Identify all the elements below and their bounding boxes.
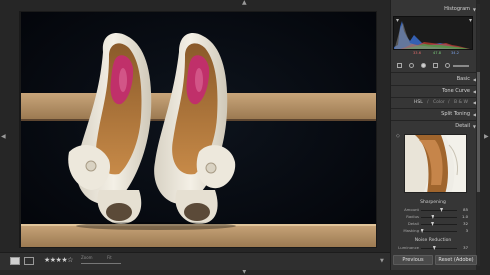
main-photo[interactable] (21, 12, 376, 247)
detail-preview-image (405, 135, 466, 192)
detail-preview[interactable] (404, 134, 467, 193)
loupe-view-button[interactable] (10, 257, 20, 265)
histogram-readouts: 33.6 47.8 34.2 (393, 50, 473, 57)
tool-strip (393, 61, 473, 71)
noise_reduction-slider-row[interactable]: Luminance 37 (392, 245, 476, 252)
bridal-shoes-image (21, 12, 376, 247)
separator (391, 120, 476, 121)
slider-label: Detail (407, 221, 419, 226)
basic-panel-title: Basic (456, 76, 470, 82)
sharpening-slider-row[interactable]: Radius 1.0 (392, 214, 476, 221)
sharpening-slider-row[interactable]: Masking 3 (392, 228, 476, 235)
separator (391, 72, 476, 73)
hsl-divider: / (427, 100, 429, 105)
toolbar-menu-icon[interactable]: ▼ (380, 258, 384, 264)
histogram-header[interactable]: Histogram ▼ (392, 5, 476, 14)
slider-value[interactable]: 1.0 (458, 214, 468, 219)
slider-value[interactable]: 37 (458, 245, 468, 250)
previous-button[interactable]: Previous (393, 255, 433, 265)
slider-value[interactable]: 32 (458, 221, 468, 226)
noise-reduction-title: Noise Reduction (414, 238, 452, 243)
histogram-title: Histogram (444, 6, 470, 12)
readout-b: 34.2 (451, 51, 460, 55)
expand-triangle-icon: ◀ (472, 89, 476, 94)
hsl-divider: / (448, 100, 450, 105)
separator (391, 85, 476, 86)
slider-label: Luminance (398, 245, 419, 250)
radial-filter-icon[interactable] (445, 63, 450, 68)
split-toning-panel-header[interactable]: Split Toning ◀ (392, 110, 476, 119)
spot-removal-icon[interactable] (409, 63, 414, 68)
expand-triangle-icon: ◀ (472, 112, 476, 117)
detail-panel-header[interactable]: Detail ▼ (392, 122, 476, 131)
slider-value[interactable]: 3 (458, 228, 468, 233)
expand-triangle-icon: ◀ (472, 100, 476, 105)
color-tab[interactable]: Color (433, 98, 445, 107)
split-toning-panel-title: Split Toning (441, 111, 470, 117)
slider-track[interactable] (421, 224, 457, 225)
bw-tab[interactable]: B & W (454, 98, 468, 107)
tone-curve-panel-title: Tone Curve (442, 88, 470, 94)
slider-track[interactable] (421, 248, 457, 249)
lightroom-develop-window: ▲ ▼ ◀ ▶ ★★★★☆ Zoom Fit ▼ Histogram ▼ 33.… (0, 0, 490, 275)
reset-button[interactable]: Reset (Adobe) (435, 255, 477, 265)
top-panel-toggle-icon[interactable]: ▲ (242, 0, 247, 6)
crop-icon[interactable] (397, 63, 402, 68)
detail-target-icon[interactable]: ◇ (396, 133, 400, 139)
sharpening-slider-row[interactable]: Detail 32 (392, 221, 476, 228)
slider-label: Masking (403, 228, 419, 233)
slider-label: Radius (406, 214, 419, 219)
detail-panel-title: Detail (455, 123, 470, 129)
basic-panel-header[interactable]: Basic ◀ (392, 75, 476, 84)
expand-triangle-icon: ◀ (472, 77, 476, 82)
slider-track[interactable] (421, 231, 457, 232)
zoom-slider[interactable] (81, 263, 121, 264)
collapse-triangle-icon: ▼ (472, 124, 476, 129)
hsl-panel-header[interactable]: HSL / Color / B & W ◀ (392, 98, 476, 107)
adjustment-brush-icon[interactable] (453, 65, 469, 67)
graduated-filter-icon[interactable] (433, 63, 438, 68)
toolbar: ★★★★☆ Zoom Fit ▼ (0, 252, 390, 270)
tone-curve-panel-header[interactable]: Tone Curve ◀ (392, 87, 476, 96)
red-eye-icon[interactable] (421, 63, 426, 68)
star-rating[interactable]: ★★★★☆ (44, 256, 73, 264)
sharpening-title: Sharpening (420, 200, 446, 205)
left-panel-toggle-icon[interactable]: ◀ (1, 134, 6, 140)
slider-value[interactable]: 85 (458, 207, 468, 212)
histogram-chart[interactable] (393, 16, 473, 50)
right-panel-toggle-icon[interactable]: ▶ (484, 134, 489, 140)
readout-r: 33.6 (413, 51, 422, 55)
histogram-graph (394, 19, 472, 49)
zoom-label: Zoom (81, 255, 93, 260)
panel-scroll-thumb[interactable] (477, 72, 480, 192)
zoom-value: Fit (107, 255, 112, 260)
hsl-tab[interactable]: HSL (414, 98, 423, 107)
slider-label: Amount (404, 207, 419, 212)
readout-g: 47.8 (433, 51, 442, 55)
separator (391, 108, 476, 109)
slider-track[interactable] (421, 210, 457, 211)
collapse-triangle-icon: ▼ (472, 7, 476, 12)
before-after-view-button[interactable] (24, 257, 34, 265)
slider-track[interactable] (421, 217, 457, 218)
sharpening-slider-row[interactable]: Amount 85 (392, 207, 476, 214)
